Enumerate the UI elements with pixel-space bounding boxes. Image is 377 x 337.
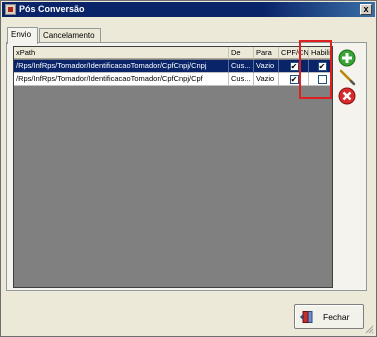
cell-xpath: /Rps/InfRps/Tomador/IdentificacaoTomador… — [14, 73, 229, 86]
remove-button[interactable] — [338, 87, 356, 105]
cell-para: Vazio — [254, 60, 279, 73]
cell-para: Vazio — [254, 73, 279, 86]
cell-de: Cus... — [229, 60, 254, 73]
resize-grip-icon[interactable] — [364, 324, 374, 334]
plus-circle-icon — [338, 49, 356, 67]
fechar-button[interactable]: Fechar — [294, 304, 364, 329]
column-header-para[interactable]: Para — [254, 47, 279, 59]
pencil-icon — [339, 69, 356, 86]
cpf-cnpj-checkbox[interactable]: ✔ — [289, 75, 299, 84]
fechar-label: Fechar — [323, 312, 350, 322]
title-bar[interactable]: Pós Conversão x — [2, 2, 375, 17]
window-title: Pós Conversão — [19, 4, 85, 14]
edit-button[interactable] — [338, 68, 356, 86]
add-button[interactable] — [338, 49, 356, 67]
xpath-grid[interactable]: xPath De Para CPF/CNPJ Habilitado /Rps/I… — [13, 46, 333, 288]
cpf-cnpj-checkbox[interactable]: ✔ — [289, 62, 299, 71]
table-row[interactable]: /Rps/InfRps/Tomador/IdentificacaoTomador… — [14, 73, 332, 86]
column-header-de[interactable]: De — [229, 47, 254, 59]
tab-envio[interactable]: Envio — [7, 27, 38, 44]
remove-circle-icon — [338, 87, 356, 105]
table-row[interactable]: /Rps/InfRps/Tomador/IdentificacaoTomador… — [14, 60, 332, 73]
pos-conversao-window: Pós Conversão x Envio Cancelamento xPath… — [0, 0, 377, 337]
grid-header: xPath De Para CPF/CNPJ Habilitado — [14, 47, 332, 59]
exit-door-icon — [300, 311, 313, 323]
close-button[interactable]: x — [360, 4, 372, 15]
column-header-xpath[interactable]: xPath — [14, 47, 229, 59]
app-icon — [5, 4, 16, 15]
habilitado-highlight — [299, 40, 332, 99]
cell-xpath: /Rps/InfRps/Tomador/IdentificacaoTomador… — [14, 60, 229, 73]
tab-cancelamento[interactable]: Cancelamento — [39, 28, 101, 43]
cell-de: Cus... — [229, 73, 254, 86]
